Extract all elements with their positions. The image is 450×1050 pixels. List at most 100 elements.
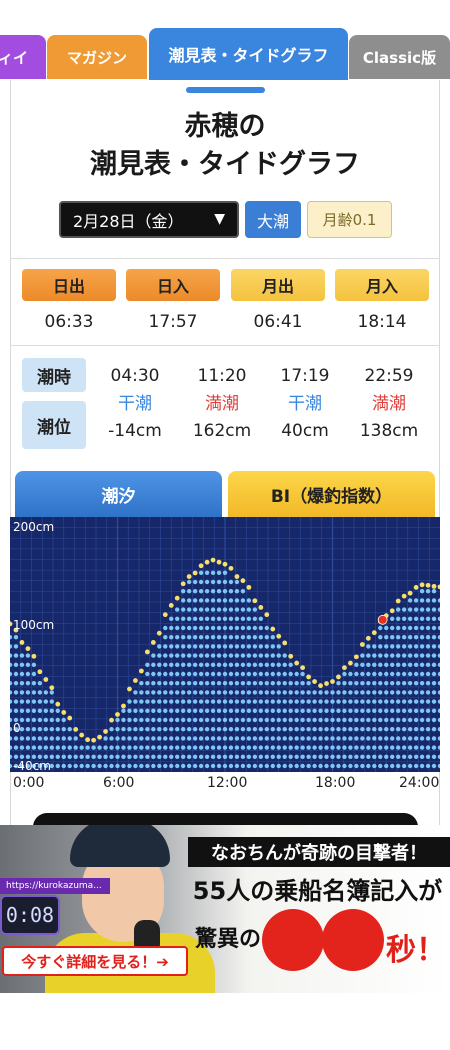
tide-time: 04:30 [110,366,160,386]
tide-dot [324,736,329,741]
tide-dot [366,736,371,741]
tide-dot [133,736,138,741]
tide-dot [366,690,371,695]
y-tick-label: 200cm [13,520,54,534]
tide-dot [354,754,359,759]
tide-dot [186,598,192,603]
tide-dot [425,644,431,649]
tide-dot [390,681,395,686]
tide-curve-dot [359,642,365,647]
tide-dot [228,598,234,603]
tide-dot [354,699,359,704]
tide-dot [276,644,281,649]
tide-dot [234,579,240,585]
tide-dot [204,671,210,677]
tide-dot [318,727,323,732]
sunset-time: 17:57 [148,312,198,332]
tide-dot [395,616,401,621]
tide-dot [324,690,329,695]
tide-dot [330,708,335,713]
tide-dot [222,745,228,750]
tide-dot [157,662,162,667]
tide-dot [419,681,425,686]
tide-dot [163,708,168,713]
tide-dot [252,662,258,667]
tide-dot [270,690,275,695]
tide-curve-dot [312,679,317,684]
tide-dot [360,699,365,704]
tide-dot [228,607,234,612]
moonrise-time: 06:41 [253,312,303,332]
tide-dot [61,763,66,769]
tab-classic[interactable]: Classic版 [349,35,450,79]
tide-dot [270,708,275,713]
tide-dot [324,699,329,704]
tide-curve-dot [401,593,407,599]
tide-dot [246,754,252,759]
tide-dot [390,745,395,750]
tide-dot [246,616,252,621]
tide-dot [366,681,371,686]
tide-dot [288,736,293,741]
tide-dot [240,754,246,759]
tide-dot [419,644,425,649]
tide-dot [413,699,419,704]
tide-dot [180,607,186,612]
tide-dot [390,690,395,695]
tide-dot [240,625,246,631]
tide-dot [151,717,156,723]
tide-dot [378,727,383,732]
tab-bi-index[interactable]: BI（爆釣指数） [228,471,435,517]
tide-dot [390,708,395,713]
tide-dot [192,589,198,594]
tide-dot [401,644,407,649]
tide-dot [366,727,371,732]
tide-dot [169,625,174,631]
tide-dot [204,644,210,649]
tide-level: -14cm [108,421,162,441]
tide-dot [306,690,311,695]
tide-curve-dot [198,563,204,569]
tide-kind: 満潮 [372,394,406,414]
tide-dot [348,754,353,759]
tide-dot [49,727,55,732]
tide-dot [270,736,275,741]
tide-dot [49,699,55,704]
tide-curve-dot [306,674,312,680]
tide-dot [372,745,377,750]
tab-tide-chart[interactable]: 潮汐 [15,471,222,517]
date-select[interactable]: 2月28日（金） ▼ [59,201,239,238]
tide-curve-dot [138,668,144,674]
tab-partial[interactable]: ィイ [0,35,46,79]
tide-dot [390,736,395,741]
tide-dot [366,671,371,677]
tide-dot [163,745,168,750]
tide-dot [264,736,270,741]
tide-dot [198,653,204,658]
tide-dot [240,644,246,649]
tide-dot [384,653,389,658]
tab-tide-table[interactable]: 潮見表・タイドグラフ [149,28,348,80]
moon-age-badge: 月齢0.1 [307,201,392,238]
tide-dot [175,745,180,750]
tide-dot [354,763,359,769]
tide-curve-dot [79,732,85,738]
title-main: 潮見表・タイドグラフ [90,149,360,180]
tide-dot [67,745,72,750]
tide-curve-dot [348,660,353,666]
tab-magazine[interactable]: マガジン [47,35,147,79]
tide-dot [246,727,252,732]
tide-dot [378,690,383,695]
tide-dot [276,708,281,713]
tide-dot [151,671,156,677]
tide-dot [419,717,425,723]
tide-dot [139,717,144,723]
ad-cta-button[interactable]: 今すぐ詳細を見る！➔ [2,946,188,976]
tide-dot [419,607,425,612]
tide-dot [133,754,138,759]
tide-dot [312,763,317,769]
tide-dot [306,681,311,686]
tide-dot [192,681,198,686]
tide-dot [151,699,156,704]
ad-banner[interactable]: https://kurokazuma... 0:08 今すぐ詳細を見る！➔ なお… [0,825,450,993]
